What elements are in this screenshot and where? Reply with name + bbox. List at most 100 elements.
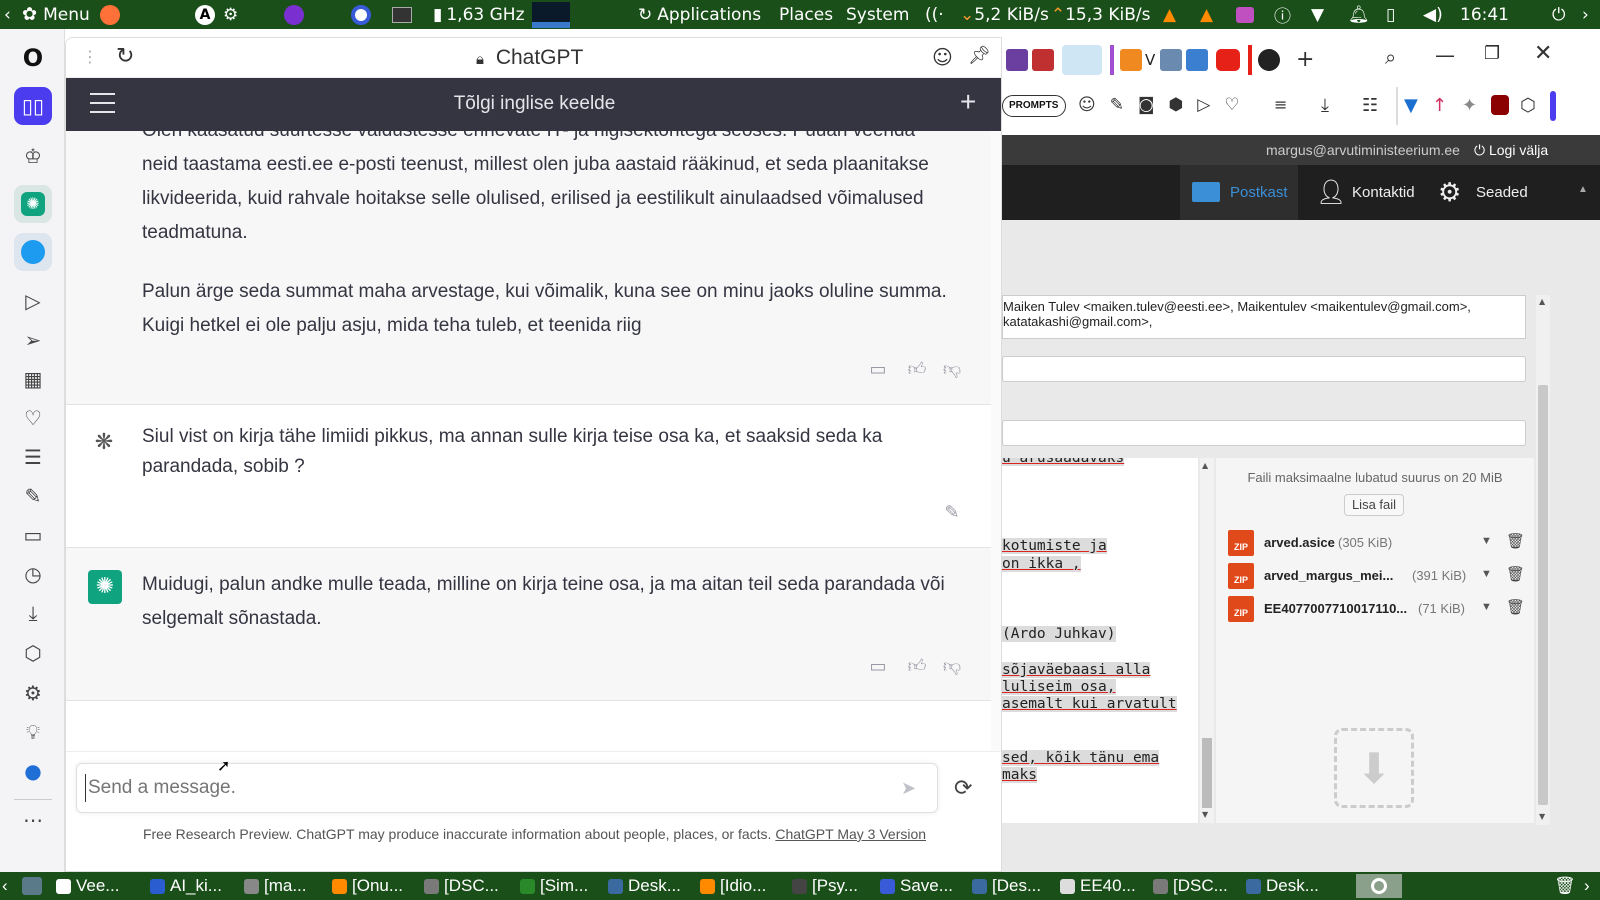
new-chat-icon[interactable]: + [960,87,976,117]
copy-icon[interactable]: ▭ [866,654,890,678]
recipients-field[interactable]: Maiken Tulev <maiken.tulev@eesti.ee>, Ma… [1002,295,1526,339]
editor-scrollbar[interactable]: ▲ ▼ [1200,458,1214,823]
list-icon[interactable]: ≡ [1274,95,1287,114]
clock[interactable]: 16:41 [1460,0,1509,29]
thumbs-up-icon[interactable]: 👍︎ [905,654,929,678]
prompts-button[interactable]: PROMPTS [1002,95,1066,117]
restore-icon[interactable]: ❐ [1484,43,1500,64]
attachment-item[interactable]: ZIP EE4077007710017110... (71 KiB) ▼ 🗑︎ [1228,596,1528,624]
crown-icon[interactable]: ♔ [14,137,52,175]
accessibility-icon[interactable]: A [195,0,215,29]
send-message-icon[interactable]: ➤ [901,778,916,799]
settings-icon[interactable]: ⚙ [14,674,52,712]
drop-zone-download-icon[interactable]: ⬇ [1334,728,1414,808]
thumbs-up-icon[interactable]: 👍︎ [905,357,929,381]
podcast-icon[interactable] [284,0,304,29]
taskbar-item[interactable]: AI_ki... [150,874,222,898]
taskbar-active-item[interactable] [1356,874,1402,898]
cc-field[interactable] [1002,356,1526,382]
taskbar-item[interactable]: Desk... [608,874,681,898]
extensions-icon[interactable]: ⬡ [14,634,52,672]
chatgpt-sidebar-icon[interactable]: ✺ [14,185,52,223]
attachment-item[interactable]: ZIP arved_margus_mei... (391 KiB) ▼ 🗑︎ [1228,563,1528,591]
system-menu[interactable]: System [846,0,909,29]
taskbar-item[interactable]: [DSC... [1153,874,1228,898]
taskbar-item[interactable]: Vee... [56,874,119,898]
taskbar-item[interactable]: [ma... [244,874,307,898]
tab-icon[interactable] [1258,49,1280,71]
attachment-item[interactable]: ZIP arved.asice (305 KiB) ▼ 🗑︎ [1228,530,1528,558]
taskbar-item[interactable]: [Psy... [792,874,858,898]
add-file-button[interactable]: Lisa fail [1344,494,1404,516]
extension-icons[interactable]: ☺✎◙⬢▷♡ [1078,95,1254,115]
player-icon[interactable]: ▷ [14,282,52,320]
thumbs-down-icon[interactable]: 👎︎ [940,357,964,381]
chat-scrollbar[interactable] [991,131,1001,751]
reader-icon[interactable]: ▯▯ [14,87,52,125]
taskbar-left-arrow[interactable]: ‹ [2,874,8,898]
nav-expand-icon[interactable]: ▲ [1578,184,1588,195]
message-input[interactable] [85,774,865,802]
attachment-menu-icon[interactable]: ▼ [1481,568,1492,580]
power-icon[interactable]: ⏻ [1552,0,1565,29]
close-window-icon[interactable]: ✕ [1534,41,1552,66]
taskbar-item[interactable]: Save... [880,874,953,898]
extension-icon[interactable]: ↑ [1432,95,1447,116]
thumbs-down-icon[interactable]: 👎︎ [940,654,964,678]
ublock-icon[interactable] [1491,95,1509,115]
taskbar-item[interactable]: [Onu... [332,874,403,898]
tab-icon[interactable] [1032,49,1054,71]
bell-icon[interactable]: 🔔︎ [1348,0,1370,29]
vpn-icon[interactable]: ▼ [1404,95,1418,116]
opera-logo-icon[interactable]: O [14,39,52,77]
copy-icon[interactable]: ▭ [866,357,890,381]
tab-icon[interactable] [1120,49,1142,71]
settings-tray-icon[interactable]: ⚙ [223,0,238,29]
attachment-menu-icon[interactable]: ▼ [1481,535,1492,547]
pin-board-icon[interactable]: ✎ [14,477,52,515]
vlc-icon-2[interactable]: ▲ [1200,0,1213,29]
subject-field[interactable] [1002,420,1526,446]
volume-icon[interactable]: ◀) [1423,0,1443,29]
opera-tray-icon[interactable] [351,0,371,29]
chat-bubble-icon[interactable]: ● [14,752,52,790]
more-icon[interactable]: ⋯ [14,801,52,839]
attachment-menu-icon[interactable]: ▼ [1481,601,1492,613]
vlc-icon[interactable]: ▲ [1163,0,1176,29]
tab-icon[interactable] [1006,49,1028,71]
tab-icon[interactable] [1160,49,1182,71]
twitter-icon[interactable] [14,233,52,271]
firefox-icon[interactable] [100,0,120,29]
menu-button[interactable]: ✿ Menu [22,0,90,29]
delete-icon[interactable]: 🗑︎ [1506,565,1525,583]
taskbar-item[interactable]: Desk... [1246,874,1319,898]
edit-icon[interactable]: ✎ [940,500,964,524]
page-scrollbar[interactable]: ▲ ▼ [1536,295,1550,825]
taskbar-item[interactable]: [Idio... [700,874,766,898]
easy-setup-icon[interactable]: ☷ [1362,95,1378,116]
wifi-icon[interactable]: ((· [925,0,944,29]
news-icon[interactable]: ☰ [14,438,52,476]
taskbar-item[interactable]: EE40... [1060,874,1136,898]
applications-menu[interactable]: ↻ Applications [638,0,761,29]
speed-dial-icon[interactable]: ▦ [14,360,52,398]
search-tabs-icon[interactable]: ⌕ [1385,45,1396,69]
message-editor[interactable]: u arusaadavaks kotumiste ja on ikka , (A… [1002,458,1198,823]
downloads-icon[interactable]: ⤓ [1321,95,1329,116]
version-link[interactable]: ChatGPT May 3 Version [775,826,926,842]
taskbar-right-arrow[interactable]: › [1584,874,1590,898]
download-icon[interactable]: ⤓ [14,594,52,632]
nav-contacts[interactable]: 👤︎ Kontaktid [1314,165,1434,220]
new-tab-icon[interactable]: + [1296,47,1314,72]
places-menu[interactable]: Places [779,0,833,29]
extension-icon[interactable]: ✦ [1462,95,1477,116]
nav-settings[interactable]: ⚙ Seaded [1438,165,1558,220]
trash-tray-icon[interactable]: 🗑︎ [1554,874,1576,898]
send-icon[interactable]: ➢ [14,321,52,359]
taskbar-item[interactable]: [Des... [972,874,1041,898]
lightbulb-icon[interactable]: 💡︎ [14,713,52,751]
emoji-icon[interactable]: ☺ [932,45,953,69]
app-tray-icon[interactable] [1236,0,1254,29]
drag-handle-icon[interactable]: ⋮ [82,47,98,66]
logout-link[interactable]: ⏻ Logi välja [1474,142,1548,159]
